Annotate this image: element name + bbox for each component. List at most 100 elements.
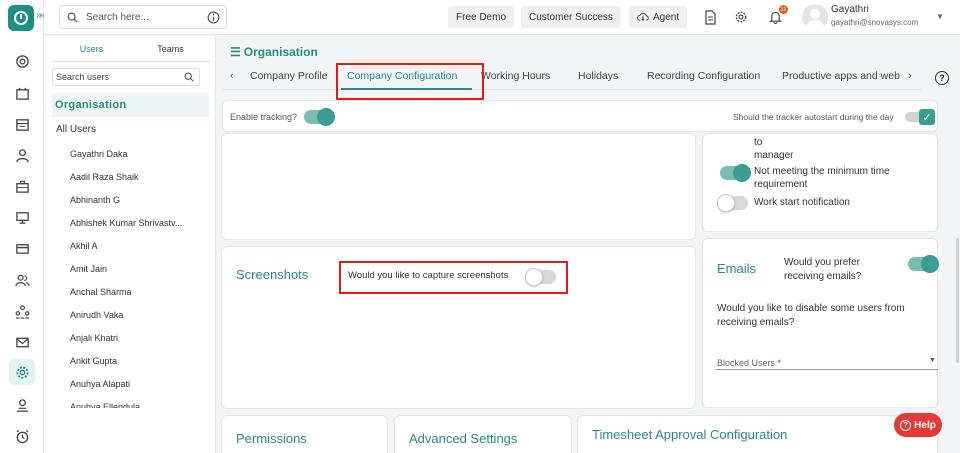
sidebar-item-organisation[interactable]: Organisation [52, 93, 209, 117]
search-icon [67, 12, 78, 23]
user-name: Gayathri [831, 4, 869, 15]
work-start-label: Work start notification [754, 197, 850, 208]
help-question-icon[interactable]: ? [935, 71, 949, 85]
check-icon: ✓ [919, 109, 935, 125]
tab-company-profile[interactable]: Company Profile [250, 70, 328, 82]
emails-title: Emails [717, 261, 757, 276]
highlight-box-screenshots [339, 261, 568, 294]
required-mark: * [777, 358, 782, 368]
tab-holidays[interactable]: Holidays [578, 70, 618, 82]
tab-working-hours[interactable]: Working Hours [481, 70, 550, 82]
app-logo[interactable] [8, 5, 34, 31]
list-item[interactable]: Amit Jain [70, 261, 205, 284]
global-search-input[interactable] [86, 11, 196, 23]
chevron-down-icon[interactable]: ▼ [936, 12, 944, 21]
list-item[interactable]: Abhinanth G [70, 192, 205, 215]
config-tabs: ‹ Company Profile Company Configuration … [222, 64, 922, 90]
users-sidebar: Users Teams Organisation All Users Gayat… [44, 36, 216, 453]
chevron-right-icon[interactable]: › [908, 70, 912, 82]
notifications-card: to manager Not meeting the minimum time … [702, 133, 938, 232]
gear-icon[interactable] [732, 8, 750, 26]
disable-emails-label: Would you like to disable some users fro… [717, 303, 905, 328]
min-time-toggle[interactable] [720, 164, 751, 182]
sidebar-tabs: Users Teams [52, 44, 210, 62]
select-underline [716, 369, 938, 370]
info-icon[interactable] [207, 11, 220, 24]
permissions-title: Permissions [236, 431, 307, 446]
free-demo-button[interactable]: Free Demo [448, 6, 515, 28]
advanced-settings-card: Advanced Settings [394, 415, 572, 453]
list-item[interactable]: Anjali Khatri [70, 330, 205, 353]
timesheet-approval-title: Timesheet Approval Configuration [592, 427, 788, 442]
monitor-icon[interactable] [12, 207, 32, 227]
emails-card: Emails Would you prefer receiving emails… [702, 238, 939, 408]
list-item[interactable]: Gayathri Daka [70, 146, 205, 169]
list-item[interactable]: Ankit Gupta [70, 353, 205, 376]
chevron-left-icon[interactable]: ‹ [230, 70, 234, 82]
min-time-label: Not meeting the minimum time requirement [754, 166, 890, 190]
tab-productive-apps[interactable]: Productive apps and web [782, 70, 900, 82]
alarm-icon[interactable] [12, 426, 32, 446]
expand-rail-icon[interactable]: »» [36, 10, 45, 21]
user-list: Gayathri Daka Aadil Raza Shaik Abhinanth… [70, 146, 205, 408]
document-icon[interactable] [701, 8, 719, 26]
notification-bell-icon[interactable]: 11 [766, 5, 788, 26]
list-item[interactable]: Anirudh Vaka [70, 307, 205, 330]
timesheet-icon[interactable] [12, 83, 32, 103]
mail-icon[interactable] [12, 332, 32, 352]
permissions-card: Permissions [221, 415, 388, 453]
dropdown-caret-icon[interactable]: ▼ [929, 357, 936, 364]
timesheet-approval-card: Timesheet Approval Configuration [577, 415, 938, 453]
screenshots-title: Screenshots [236, 267, 309, 282]
help-label: Help [914, 419, 936, 431]
list-item[interactable]: Akhil A [70, 238, 205, 261]
cloud-download-icon [637, 12, 649, 21]
user-search[interactable] [52, 68, 200, 86]
prefer-emails-label: Would you prefer receiving emails? [784, 257, 862, 282]
search-icon [184, 72, 194, 82]
card-icon[interactable] [12, 238, 32, 258]
scrollbar[interactable] [956, 238, 959, 363]
customer-success-button[interactable]: Customer Success [521, 6, 621, 28]
org-chart-icon[interactable] [12, 301, 32, 321]
blocked-users-select[interactable]: Blocked Users * [717, 358, 781, 368]
user-icon[interactable] [12, 145, 32, 165]
list-item[interactable]: Anchal Sharma [70, 284, 205, 307]
tab-users[interactable]: Users [52, 44, 131, 61]
advanced-settings-title: Advanced Settings [409, 431, 518, 446]
help-button[interactable]: ? Help [894, 413, 942, 437]
notification-to-text: to [754, 137, 763, 148]
enable-tracking-label: Enable tracking? [230, 112, 298, 122]
prefer-emails-toggle[interactable] [908, 255, 939, 273]
list-item[interactable]: Anuhya Ellendula [70, 399, 205, 408]
tab-recording-configuration[interactable]: Recording Configuration [647, 70, 760, 82]
tab-teams[interactable]: Teams [131, 44, 210, 61]
agent-button[interactable]: Agent [629, 6, 688, 28]
notification-manager-text: manager [754, 150, 794, 161]
settings-icon[interactable] [9, 359, 35, 385]
briefcase-icon[interactable] [12, 176, 32, 196]
page-title: ☰ Organisation [230, 45, 318, 59]
icon-rail: »» [0, 0, 45, 453]
calendar-icon[interactable] [12, 114, 32, 134]
dashboard-icon[interactable] [12, 51, 32, 71]
list-item[interactable]: Aadil Raza Shaik [70, 169, 205, 192]
list-item[interactable]: Anuhya Alapati [70, 376, 205, 399]
sidebar-item-all-users[interactable]: All Users [56, 124, 96, 135]
global-search[interactable] [59, 5, 227, 29]
user-search-input[interactable] [56, 72, 176, 82]
work-start-toggle[interactable] [717, 194, 748, 212]
highlight-box-tab [336, 63, 484, 100]
page-title-text: Organisation [243, 45, 318, 59]
notification-badge: 11 [779, 5, 788, 14]
user-email: gayathri@snovasys.com [831, 18, 919, 27]
profile-settings-icon[interactable] [12, 395, 32, 415]
list-item[interactable]: Abhishek Kumar Shrivastv... [70, 215, 205, 238]
top-bar: Free Demo Customer Success Agent 11 Gaya… [44, 0, 960, 35]
avatar[interactable] [802, 4, 828, 30]
autostart-label: Should the tracker autostart during the … [733, 112, 894, 122]
autostart-toggle[interactable]: ✓ [905, 109, 935, 125]
enable-tracking-toggle[interactable] [304, 108, 335, 126]
users-icon[interactable] [12, 270, 32, 290]
menu-icon[interactable]: ☰ [230, 45, 241, 59]
